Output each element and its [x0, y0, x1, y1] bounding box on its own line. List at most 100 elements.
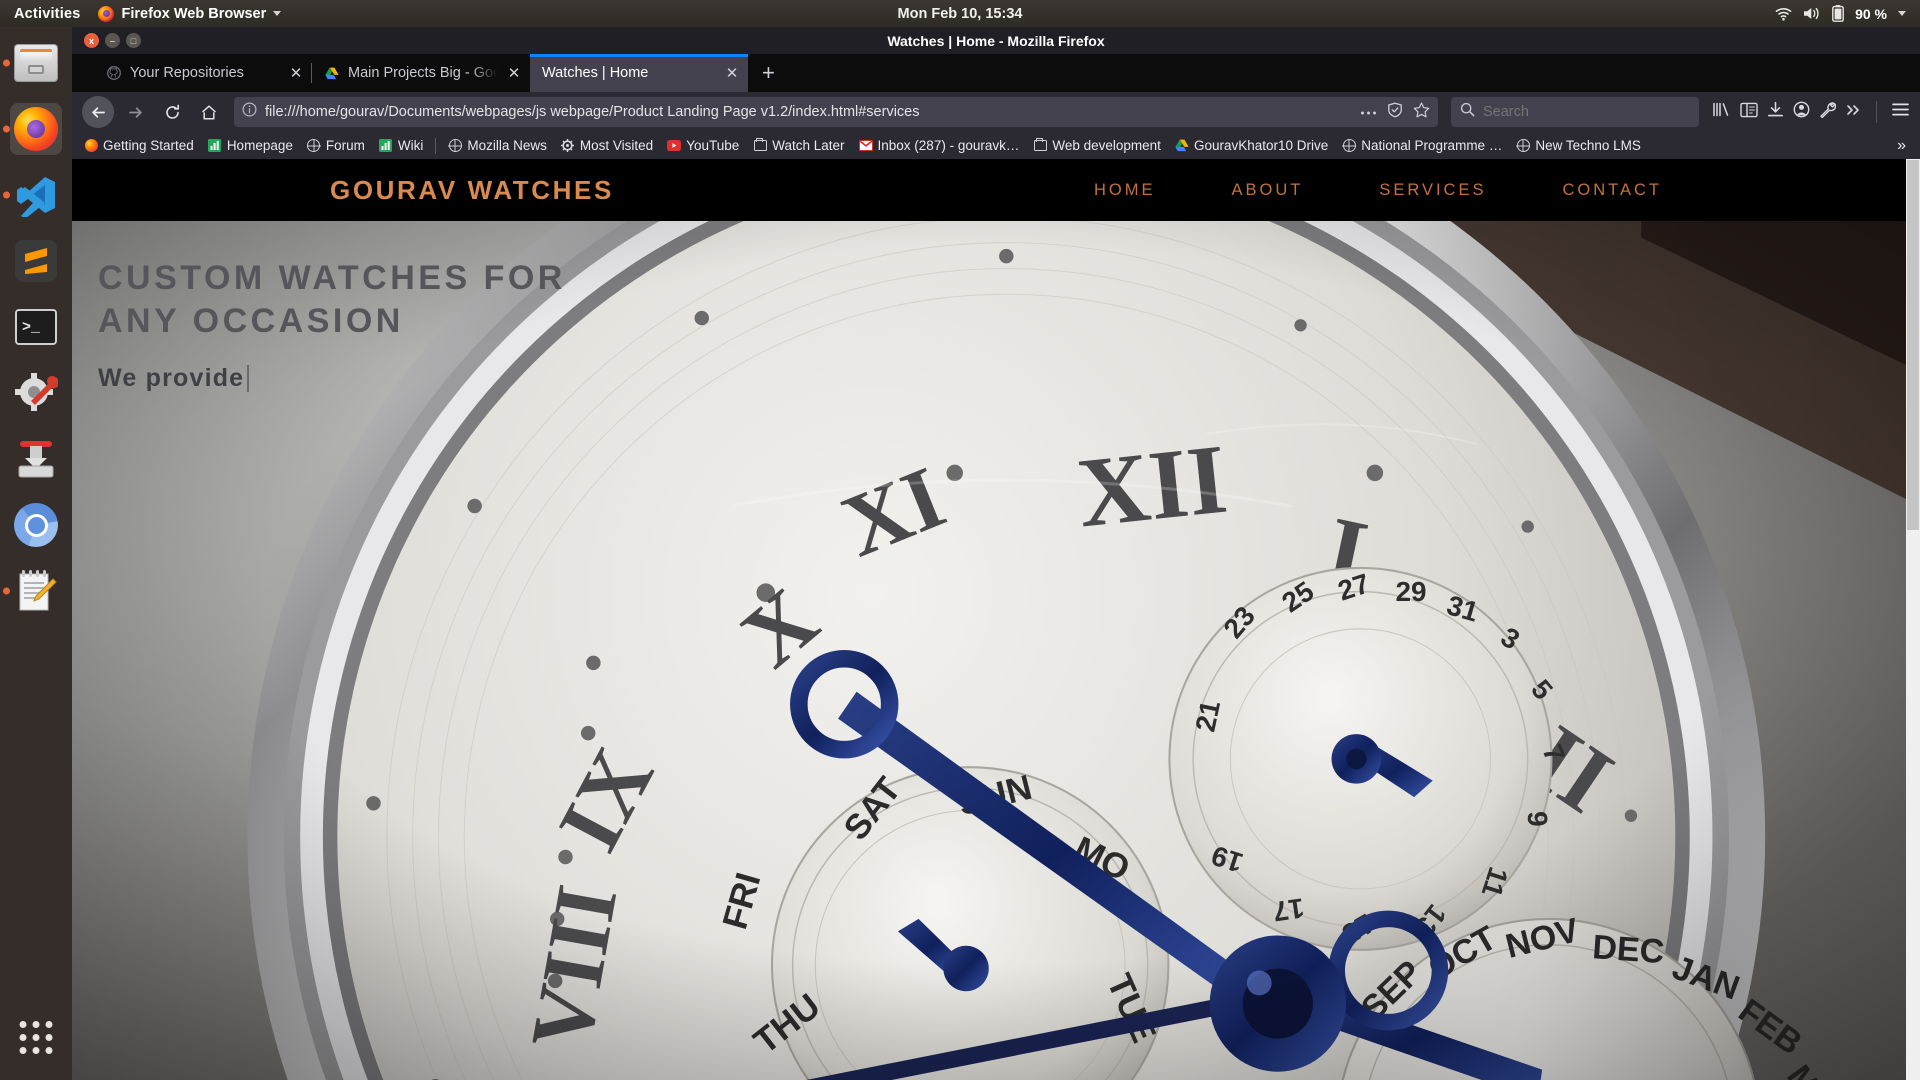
- reload-button[interactable]: [156, 96, 188, 128]
- search-icon: [1460, 102, 1475, 122]
- hero-section: XI XII I II III X IX VIII: [72, 221, 1920, 1080]
- window-title: Watches | Home - Mozilla Firefox: [887, 32, 1105, 49]
- web-page-viewport: GOURAV WATCHES HOME ABOUT SERVICES CONTA…: [72, 159, 1920, 1080]
- downloads-icon[interactable]: [1767, 101, 1784, 123]
- app-menu-label: Firefox Web Browser: [121, 5, 267, 22]
- bookmark-label: National Programme …: [1361, 138, 1503, 153]
- bookmark-label: Web development: [1052, 138, 1161, 153]
- window-titlebar: x – □ Watches | Home - Mozilla Firefox: [72, 27, 1920, 54]
- nav-link-services[interactable]: SERVICES: [1341, 181, 1524, 200]
- nav-link-about[interactable]: ABOUT: [1193, 181, 1341, 200]
- bookmark-watch-later[interactable]: Watch Later: [747, 136, 850, 155]
- back-button[interactable]: [82, 96, 114, 128]
- bookmark-label: Mozilla News: [467, 138, 547, 153]
- tab-main-projects-big[interactable]: Main Projects Big - Goog ✕: [311, 54, 530, 92]
- bookmark-web-development[interactable]: Web development: [1027, 136, 1167, 155]
- dock-item-transmission[interactable]: [10, 433, 62, 485]
- page-scrollbar-track[interactable]: [1906, 159, 1920, 1080]
- window-minimize-button[interactable]: –: [105, 33, 120, 48]
- url-text[interactable]: file:///home/gourav/Documents/webpages/j…: [265, 104, 1352, 120]
- dock-item-tweaks[interactable]: [10, 367, 62, 419]
- dock-item-firefox[interactable]: [10, 103, 62, 155]
- bookmark-new-techno-lms[interactable]: New Techno LMS: [1510, 136, 1647, 155]
- globe-icon: [1342, 139, 1356, 153]
- account-icon[interactable]: [1793, 101, 1810, 123]
- page-scrollbar-thumb[interactable]: [1907, 160, 1919, 530]
- hero-typed-text: We provide: [98, 364, 658, 393]
- app-menu-button[interactable]: Firefox Web Browser: [98, 5, 282, 22]
- dock-item-chromium[interactable]: [10, 499, 62, 551]
- chevron-down-icon: [1898, 11, 1906, 16]
- typing-caret: [247, 365, 250, 392]
- ellipsis-icon[interactable]: [1360, 103, 1377, 121]
- dock-item-vscode[interactable]: [10, 169, 62, 221]
- bookmark-most-visited[interactable]: Most Visited: [555, 136, 659, 155]
- tab-watches-home[interactable]: Watches | Home ✕: [530, 54, 748, 92]
- bookmark-mozilla-news[interactable]: Mozilla News: [442, 136, 553, 155]
- tab-your-repositories[interactable]: Your Repositories ✕: [94, 54, 312, 92]
- window-maximize-button[interactable]: □: [126, 33, 141, 48]
- tab-close-icon[interactable]: ✕: [288, 64, 304, 82]
- bookmark-inbox[interactable]: Inbox (287) - gouravk…: [853, 136, 1026, 155]
- bookmarks-overflow-chevron-icon[interactable]: »: [1889, 137, 1914, 155]
- youtube-icon: [667, 139, 682, 153]
- dock-item-text-editor[interactable]: [10, 565, 62, 617]
- tab-strip: Your Repositories ✕ Main Projects Big - …: [72, 54, 1920, 92]
- firefox-icon: [84, 139, 98, 153]
- site-brand[interactable]: GOURAV WATCHES: [72, 175, 614, 206]
- firefox-icon: [13, 106, 59, 152]
- reader-view-icon[interactable]: [1387, 102, 1403, 123]
- overflow-chevrons-icon[interactable]: [1845, 103, 1862, 122]
- nav-link-home[interactable]: HOME: [1056, 181, 1194, 200]
- chromium-icon: [14, 503, 58, 547]
- dock-item-sublime-text[interactable]: [10, 235, 62, 287]
- home-button[interactable]: [193, 96, 225, 128]
- globe-icon: [448, 139, 462, 153]
- firefox-icon: [98, 5, 115, 22]
- forward-button[interactable]: [119, 96, 151, 128]
- gnome-top-bar: Activities Firefox Web Browser Mon Feb 1…: [0, 0, 1920, 27]
- tab-close-icon[interactable]: ✕: [506, 64, 522, 82]
- hero-title: CUSTOM WATCHES FOR ANY OCCASION: [98, 259, 566, 340]
- bookmark-getting-started[interactable]: Getting Started: [78, 136, 200, 155]
- chevron-down-icon: [273, 11, 282, 16]
- bookmark-forum[interactable]: Forum: [301, 136, 371, 155]
- clock[interactable]: Mon Feb 10, 15:34: [0, 6, 1920, 22]
- search-input[interactable]: [1483, 104, 1690, 120]
- devtools-wrench-icon[interactable]: [1819, 101, 1837, 123]
- bookmark-label: Getting Started: [103, 138, 194, 153]
- dock-item-files[interactable]: [10, 37, 62, 89]
- url-bar[interactable]: file:///home/gourav/Documents/webpages/j…: [234, 97, 1438, 127]
- window-close-button[interactable]: x: [84, 33, 99, 48]
- bookmark-wiki[interactable]: Wiki: [373, 136, 430, 155]
- library-icon[interactable]: [1712, 101, 1731, 123]
- navigation-toolbar: file:///home/gourav/Documents/webpages/j…: [72, 92, 1920, 132]
- bookmark-national-programme[interactable]: National Programme …: [1336, 136, 1508, 155]
- gmail-icon: [858, 139, 873, 153]
- tab-label: Watches | Home: [542, 65, 649, 81]
- firefox-window: x – □ Watches | Home - Mozilla Firefox Y…: [72, 27, 1920, 1080]
- dock-item-terminal[interactable]: >_: [10, 301, 62, 353]
- hamburger-menu-icon[interactable]: [1891, 102, 1910, 122]
- vscode-icon: [14, 173, 58, 219]
- show-applications-button[interactable]: [19, 1021, 53, 1054]
- info-circle-icon[interactable]: [242, 102, 257, 122]
- sidebar-icon[interactable]: [1740, 102, 1758, 123]
- toolbar-separator: [1876, 101, 1877, 123]
- bookmark-label: Wiki: [397, 138, 424, 153]
- star-icon[interactable]: [1413, 101, 1430, 123]
- search-bar[interactable]: [1451, 97, 1699, 127]
- tab-close-icon[interactable]: ✕: [724, 64, 740, 82]
- nav-link-contact[interactable]: CONTACT: [1524, 181, 1700, 200]
- bookmark-youtube[interactable]: YouTube: [661, 136, 745, 155]
- system-indicators[interactable]: 90 %: [1775, 5, 1920, 22]
- bookmark-gouravkhator10-drive[interactable]: GouravKhator10 Drive: [1169, 136, 1334, 155]
- chart-icon: [379, 139, 393, 153]
- bookmark-homepage[interactable]: Homepage: [202, 136, 299, 155]
- github-icon: [106, 65, 122, 81]
- chart-icon: [208, 139, 222, 153]
- hero-typed-value: We provide: [98, 364, 245, 392]
- google-drive-icon: [1175, 139, 1189, 153]
- new-tab-button[interactable]: +: [748, 62, 789, 84]
- activities-button[interactable]: Activities: [14, 6, 80, 22]
